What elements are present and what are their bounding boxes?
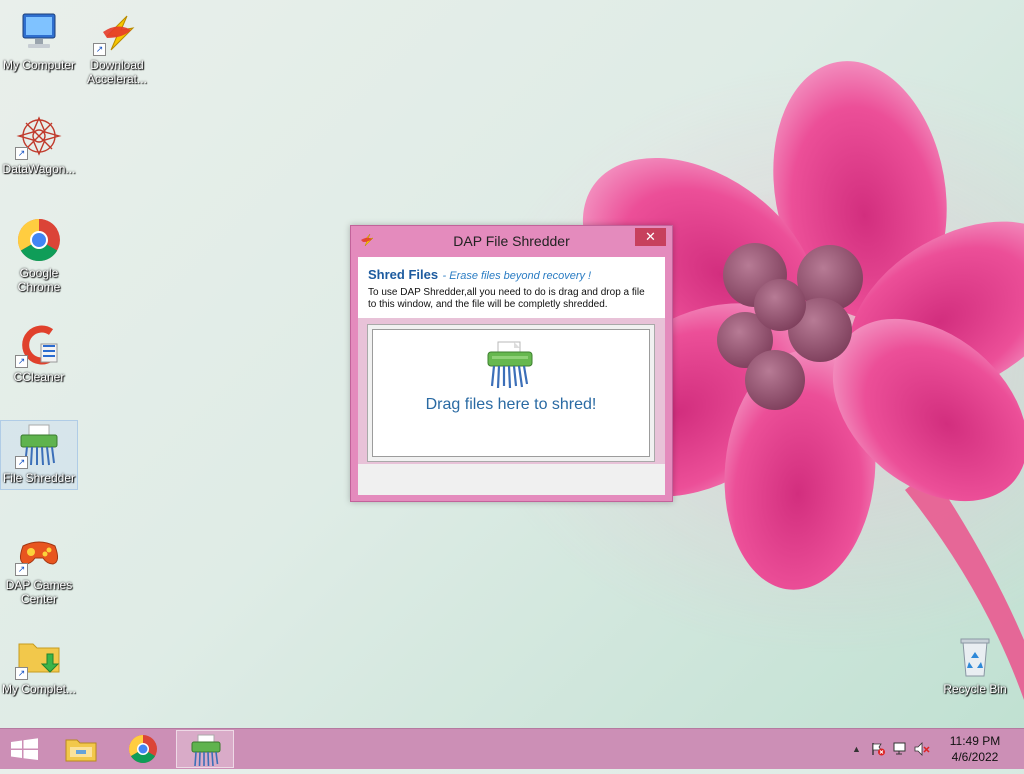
dialog-client: Shred Files - Erase files beyond recover… [358,257,665,495]
taskbar-file-shredder[interactable] [176,730,234,768]
dialog-heading: Shred Files [368,267,439,282]
taskbar-file-explorer[interactable] [52,730,110,768]
ccleaner-icon: ↗ [15,320,63,368]
clock-time: 11:49 PM [949,734,1001,748]
computer-icon [15,8,63,56]
desktop-icon-dap-games-center[interactable]: ↗ DAP Games Center [1,528,77,606]
chrome-icon [15,216,63,264]
desktop-icon-label: DataWagon... [2,162,76,176]
desktop-icon-label: Download Accelerat... [86,58,148,86]
desktop-icon-my-completed[interactable]: ↗ My Complet... [1,632,77,696]
shredder-icon [191,734,221,767]
dialog-subheading: - Erase files beyond recovery ! [442,270,592,282]
desktop-icon-datawagon[interactable]: ↗ DataWagon... [1,112,77,176]
dialog-title-bar[interactable]: DAP File Shredder ✕ [351,226,672,256]
network-icon[interactable] [892,742,908,759]
desktop-icon-file-shredder[interactable]: ↗ File Shredder [0,420,78,490]
drop-zone-inner[interactable]: Drag files here to shred! [372,329,650,457]
clock[interactable]: 11:49 PM 4/6/2022 [945,733,1005,765]
shredder-icon: ↗ [15,421,63,469]
show-hidden-icons-button[interactable]: ▲ [852,744,861,754]
close-icon: ✕ [645,229,656,244]
shortcut-arrow-icon: ↗ [15,456,28,469]
dialog-title: DAP File Shredder [453,233,570,249]
datawagon-icon: ↗ [15,112,63,160]
desktop-icon-recycle-bin[interactable]: Recycle Bin [937,632,1013,696]
action-center-flag-icon[interactable] [870,742,886,759]
dialog-description: To use DAP Shredder,all you need to do i… [368,287,645,310]
recycle-bin-icon [951,632,999,680]
folder-icon: ↗ [15,632,63,680]
drop-zone[interactable]: Drag files here to shred! [367,324,655,462]
shredder-icon [484,340,536,395]
desktop-icon-ccleaner[interactable]: ↗ CCleaner [1,320,77,384]
chrome-icon [129,735,157,763]
volume-muted-icon[interactable] [914,742,930,759]
shortcut-arrow-icon: ↗ [15,147,28,160]
desktop: My Computer ↗ Download Accelerat... ↗ Da… [0,0,1024,728]
desktop-icon-label: Google Chrome [17,266,61,294]
desktop-icon-google-chrome[interactable]: Google Chrome [1,216,77,294]
dialog-body: Drag files here to shred! [358,318,665,464]
clock-date: 4/6/2022 [951,750,999,764]
shortcut-arrow-icon: ↗ [93,43,106,56]
download-accelerator-icon: ↗ [93,8,141,56]
desktop-icon-label: My Complet... [1,682,76,696]
dialog-footer [358,464,665,495]
close-button[interactable]: ✕ [635,228,666,246]
desktop-icon-label: DAP Games Center [5,578,73,606]
taskbar: ▲ 11:49 PM 4/6/2022 [0,728,1024,769]
file-explorer-icon [65,739,97,762]
shortcut-arrow-icon: ↗ [15,355,28,368]
shredder-dialog: DAP File Shredder ✕ Shred Files - Erase … [350,225,673,502]
dialog-header: Shred Files - Erase files beyond recover… [358,257,665,284]
desktop-icon-label: CCleaner [13,370,65,384]
gamepad-icon: ↗ [15,528,63,576]
system-tray: ▲ 11:49 PM 4/6/2022 [844,729,1024,769]
shortcut-arrow-icon: ↗ [15,563,28,576]
shortcut-arrow-icon: ↗ [15,667,28,680]
desktop-icon-download-accelerator[interactable]: ↗ Download Accelerat... [79,8,155,86]
desktop-icon-my-computer[interactable]: My Computer [1,8,77,72]
taskbar-google-chrome[interactable] [114,730,172,768]
start-button[interactable] [0,729,50,769]
drop-zone-label: Drag files here to shred! [425,396,597,413]
windows-logo-icon [11,738,38,760]
desktop-icon-label: Recycle Bin [943,682,1007,696]
desktop-icon-label: My Computer [2,58,76,72]
desktop-icon-label: File Shredder [2,471,76,485]
